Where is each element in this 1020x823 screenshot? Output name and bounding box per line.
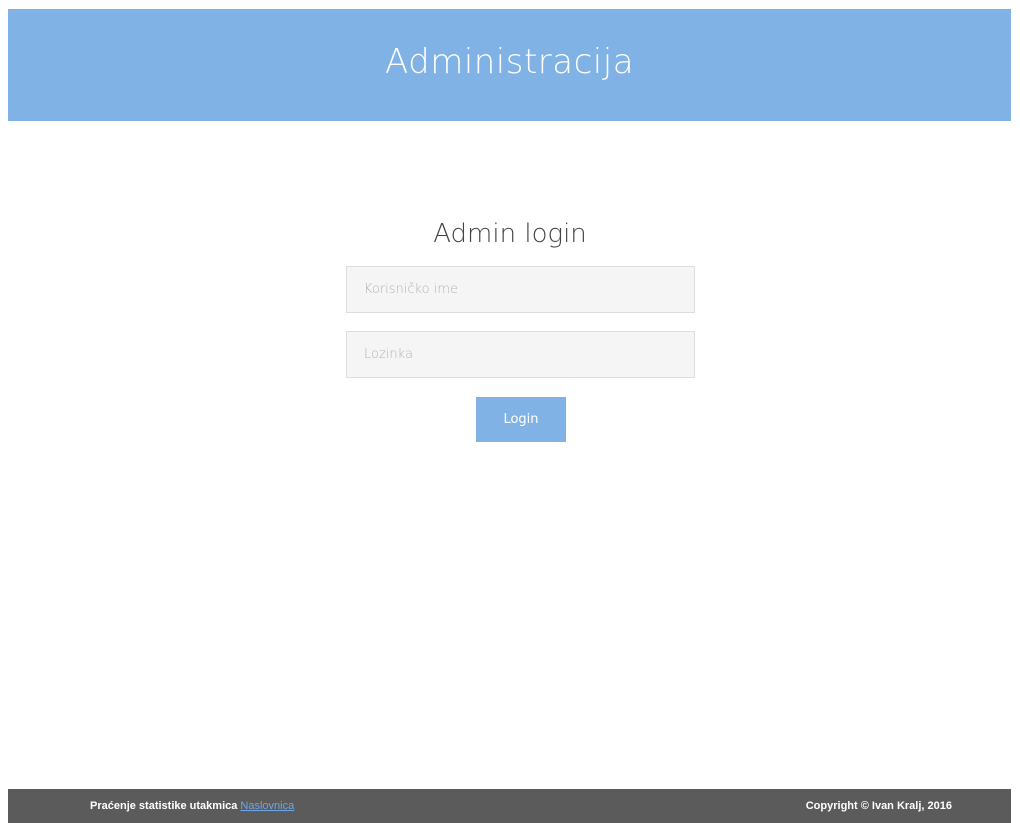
login-title: Admin login [433, 219, 587, 249]
username-input[interactable] [346, 266, 695, 313]
header-title: Administracija [384, 42, 635, 82]
home-link[interactable]: Naslovnica [240, 800, 294, 812]
footer-left: Praćenje statistike utakmica Naslovnica [90, 800, 294, 812]
page-footer: Praćenje statistike utakmica Naslovnica … [8, 789, 1011, 823]
password-input[interactable] [346, 331, 695, 378]
login-button[interactable]: Login [476, 397, 566, 442]
page-header: Administracija [8, 9, 1011, 121]
copyright-text: Copyright © Ivan Kralj, 2016 [805, 800, 952, 812]
footer-site-text: Praćenje statistike utakmica [90, 800, 238, 812]
